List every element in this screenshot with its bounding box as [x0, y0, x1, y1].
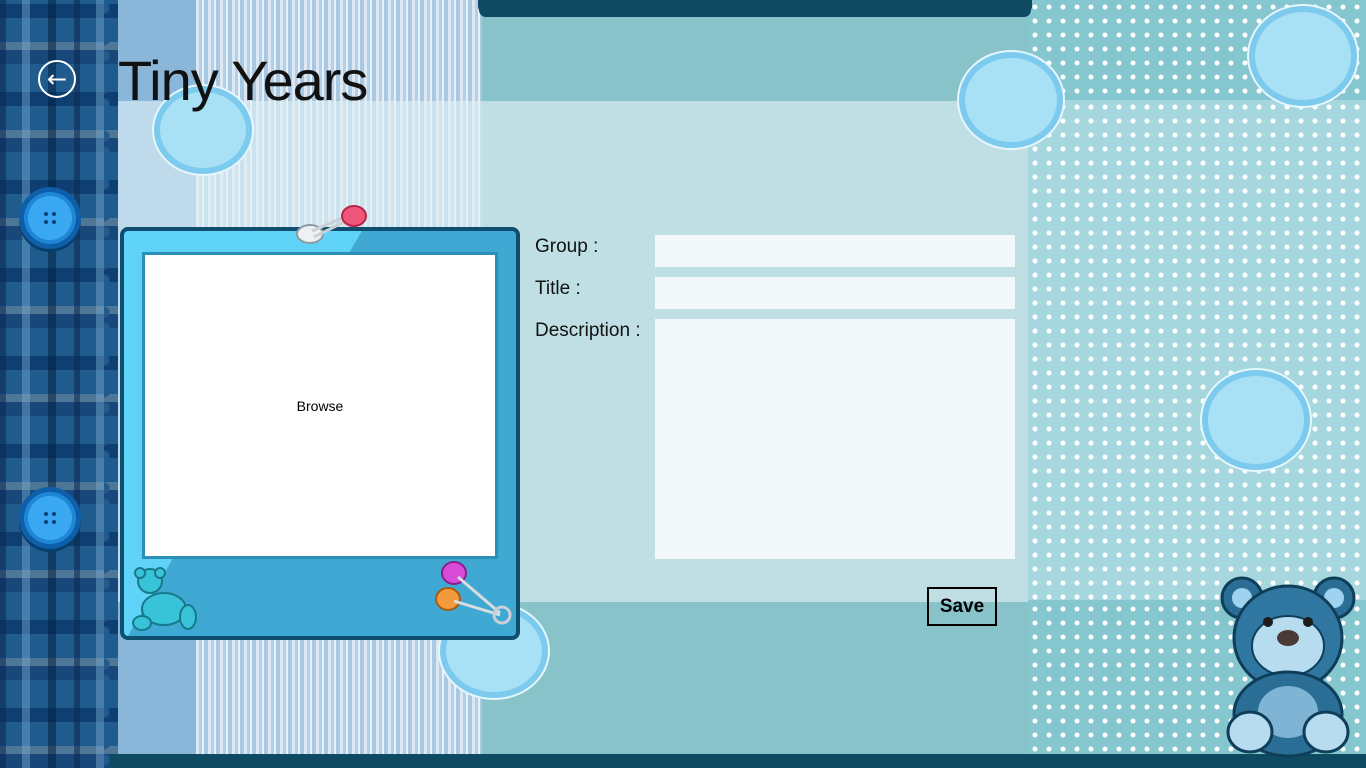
- polka-dot-background: [1028, 100, 1366, 600]
- cloud-decoration: [1208, 376, 1304, 464]
- scalloped-border: [110, 754, 1366, 768]
- photo-card: Browse: [120, 205, 520, 640]
- title-input[interactable]: [655, 277, 1015, 309]
- back-button[interactable]: ←: [38, 60, 76, 98]
- sewing-button-icon: [19, 487, 81, 549]
- plaid-background: [0, 0, 118, 768]
- back-arrow-icon: ←: [46, 65, 68, 93]
- group-input[interactable]: [655, 235, 1015, 267]
- description-textarea[interactable]: [655, 319, 1015, 559]
- save-button[interactable]: Save: [927, 587, 997, 626]
- scalloped-border: [478, 0, 1032, 14]
- cloud-decoration: [1255, 12, 1351, 100]
- teddy-bear-icon: [132, 567, 197, 631]
- page-title: Tiny Years: [118, 49, 368, 112]
- title-label: Title :: [535, 278, 581, 299]
- photo-browse-area[interactable]: Browse: [142, 252, 498, 559]
- teddy-bear-mascot-icon: [1220, 576, 1356, 758]
- browse-label: Browse: [296, 397, 344, 414]
- safety-pins-icon: [435, 561, 512, 625]
- safety-pin-icon: [296, 205, 367, 244]
- description-label: Description :: [535, 320, 641, 341]
- group-label: Group :: [535, 236, 599, 257]
- cloud-decoration: [965, 58, 1057, 142]
- sewing-button-icon: [19, 187, 81, 249]
